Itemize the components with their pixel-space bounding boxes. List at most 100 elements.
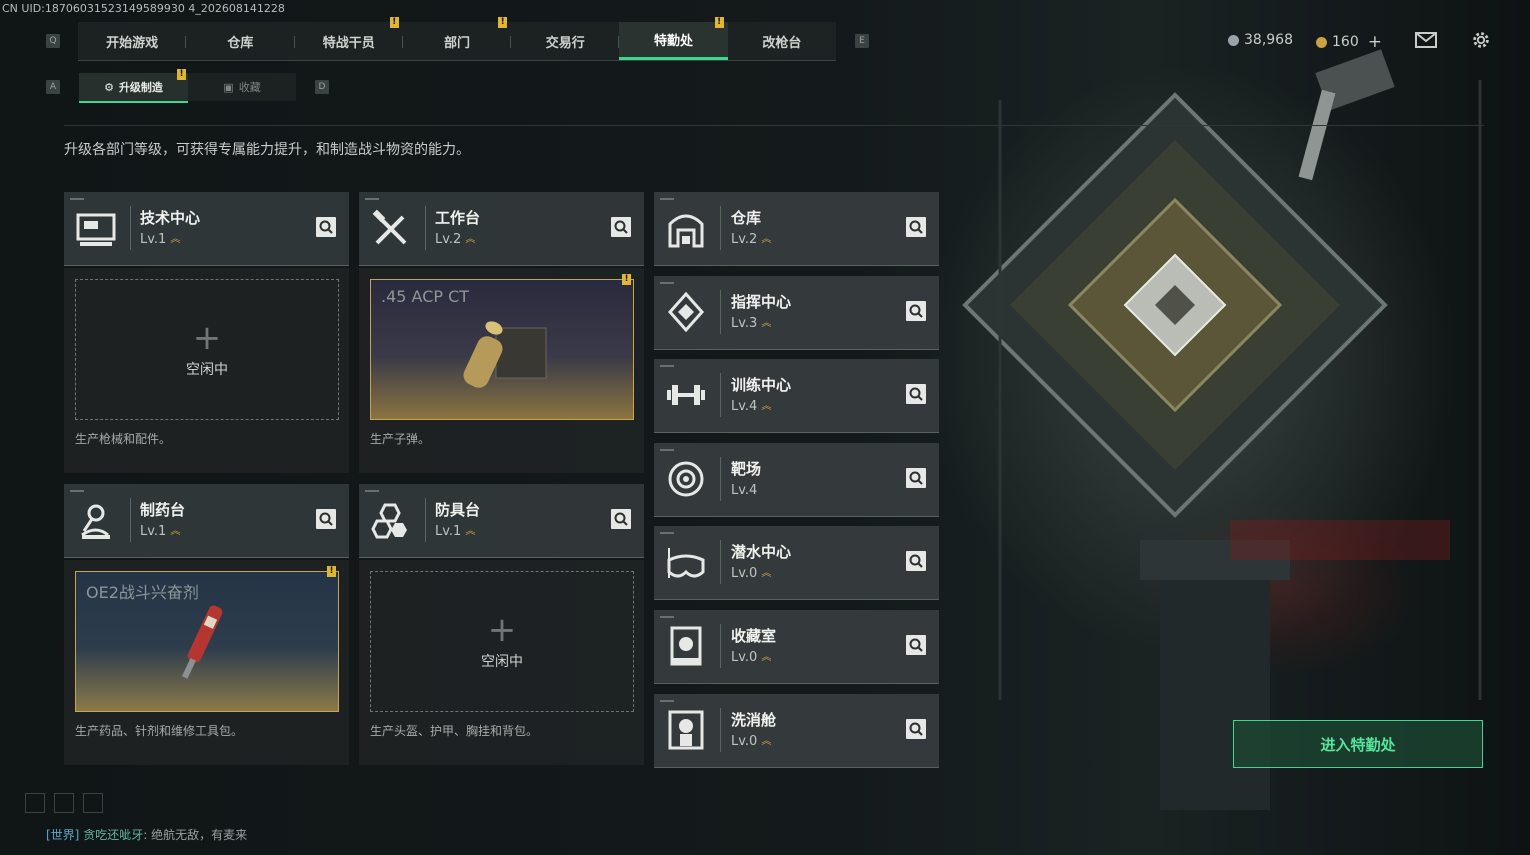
upgrade-chevron-icon: ︽ xyxy=(761,567,772,579)
collection-tab-icon: ▣ xyxy=(223,80,234,94)
facility-name: 制药台 xyxy=(140,501,186,519)
card-corner xyxy=(660,365,674,367)
search-icon[interactable] xyxy=(611,217,631,237)
department-card[interactable]: 仓库 Lv.2 ︽ xyxy=(654,192,939,266)
chat-line[interactable]: [世界] 贪吃还呲牙: 绝航无敌，有麦来 xyxy=(46,826,247,843)
tab-label: 特战干员 xyxy=(322,35,375,51)
subtab-upgrade-craft[interactable]: ⚙ 升级制造 xyxy=(79,73,188,103)
armor-icon xyxy=(371,503,407,539)
card-corner xyxy=(660,282,674,284)
upgrade-chevron-icon: ︽ xyxy=(761,735,772,747)
production-panel-armor-bench: + 空闲中 生产头盔、护甲、胸挂和背包。 xyxy=(359,560,644,765)
nav-prev-key[interactable]: Q xyxy=(46,34,60,48)
facility-card-tech-center[interactable]: 技术中心 Lv.1 ︽ xyxy=(64,192,349,266)
tab-label: 仓库 xyxy=(227,35,254,51)
search-icon[interactable] xyxy=(316,509,336,529)
department-card[interactable]: 收藏室 Lv.0 ︽ xyxy=(654,610,939,684)
search-icon[interactable] xyxy=(611,509,631,529)
subtab-alert-badge: ! xyxy=(177,69,186,80)
search-icon[interactable] xyxy=(906,217,926,237)
divider xyxy=(64,125,1484,126)
tab-label: 改枪台 xyxy=(762,35,802,51)
chat-toggle-icon[interactable] xyxy=(83,793,103,813)
settings-gear-icon[interactable] xyxy=(1469,29,1493,51)
user-id-label: CN UID:18706031523149589930 4_2026081412… xyxy=(2,2,285,15)
subnav-next-key[interactable]: D xyxy=(315,80,329,94)
tab-2[interactable]: 特战干员! xyxy=(295,17,403,60)
diving-mask-icon xyxy=(667,548,705,578)
ammo-box-icon xyxy=(463,321,547,388)
upgrade-chevron-icon: ︽ xyxy=(761,317,772,329)
department-level: Lv.4 ︽ xyxy=(731,399,772,414)
collection-icon xyxy=(670,626,702,666)
subnav-prev-key[interactable]: A xyxy=(46,80,60,94)
tab-1[interactable]: 仓库 xyxy=(186,22,295,60)
silver-amount: 38,968 xyxy=(1244,32,1293,48)
target-icon xyxy=(668,461,704,497)
search-icon[interactable] xyxy=(906,635,926,655)
tab-3[interactable]: 部门! xyxy=(403,17,512,60)
facility-card-pharmacy[interactable]: 制药台 Lv.1 ︽ xyxy=(64,484,349,558)
search-icon[interactable] xyxy=(906,301,926,321)
gold-coin-icon xyxy=(1316,36,1327,48)
tab-label: 特勤处 xyxy=(654,34,694,49)
page-description: 升级各部门等级，可获得专属能力提升，和制造战斗物资的能力。 xyxy=(64,142,470,158)
production-panel-workbench: .45 ACP CT ! 生产子弹。 xyxy=(359,268,644,473)
search-icon[interactable] xyxy=(906,719,926,739)
decontamination-icon xyxy=(668,710,704,750)
card-corner xyxy=(660,449,674,451)
enter-special-ops-button[interactable]: 进入特勤处 xyxy=(1233,720,1483,768)
silver-currency: 38,968 xyxy=(1228,32,1293,48)
department-card[interactable]: 指挥中心 Lv.3 ︽ xyxy=(654,276,939,350)
production-slot-empty[interactable]: + 空闲中 xyxy=(370,571,634,712)
slot-idle-label: 空闲中 xyxy=(481,653,523,670)
tab-6[interactable]: 改枪台 xyxy=(728,22,836,60)
facility-name: 防具台 xyxy=(435,501,481,519)
production-slot-empty[interactable]: + 空闲中 xyxy=(75,279,339,420)
facility-card-armor-bench[interactable]: 防具台 Lv.1 ︽ xyxy=(359,484,644,558)
department-card[interactable]: 靶场 Lv.4 xyxy=(654,443,939,517)
add-gold-button[interactable]: + xyxy=(1368,32,1382,52)
card-corner xyxy=(365,198,379,200)
department-name: 靶场 xyxy=(731,460,762,478)
chat-channel: [世界] xyxy=(46,828,80,842)
production-description: 生产药品、针剂和维修工具包。 xyxy=(75,724,244,738)
slot-alert-badge: ! xyxy=(622,274,631,285)
nav-next-key[interactable]: E xyxy=(855,34,869,48)
gold-amount: 160 xyxy=(1332,34,1359,50)
tab-5[interactable]: 特勤处! xyxy=(619,17,728,60)
tab-label: 开始游戏 xyxy=(106,35,159,51)
department-card[interactable]: 洗消舱 Lv.0 ︽ xyxy=(654,694,939,768)
search-icon[interactable] xyxy=(906,551,926,571)
tab-0[interactable]: 开始游戏 xyxy=(78,22,187,60)
tab-label: 部门 xyxy=(443,35,470,51)
department-card[interactable]: 潜水中心 Lv.0 ︽ xyxy=(654,526,939,600)
silver-coin-icon xyxy=(1228,34,1239,46)
department-card[interactable]: 训练中心 Lv.4 ︽ xyxy=(654,359,939,433)
computer-icon xyxy=(76,213,116,246)
upgrade-chevron-icon: ︽ xyxy=(465,525,476,537)
facility-name: 技术中心 xyxy=(140,209,201,227)
department-level: Lv.0 ︽ xyxy=(731,734,772,749)
search-icon[interactable] xyxy=(906,468,926,488)
production-slot-item[interactable]: OE2战斗兴奋剂 xyxy=(75,571,339,712)
card-separator xyxy=(720,373,721,417)
facility-level: Lv.1 ︽ xyxy=(435,524,476,539)
mail-icon[interactable] xyxy=(1414,29,1438,51)
command-icon xyxy=(667,291,705,333)
chat-toggle-icon[interactable] xyxy=(54,793,74,813)
department-name: 洗消舱 xyxy=(731,711,777,729)
production-panel-pharmacy: OE2战斗兴奋剂 ! 生产药品、针剂和维修工具包。 xyxy=(64,560,349,765)
search-icon[interactable] xyxy=(906,384,926,404)
production-slot-item[interactable]: .45 ACP CT xyxy=(370,279,634,420)
upgrade-chevron-icon: ︽ xyxy=(761,651,772,663)
facility-card-workbench[interactable]: 工作台 Lv.2 ︽ xyxy=(359,192,644,266)
tab-4[interactable]: 交易行 xyxy=(511,22,620,60)
department-name: 指挥中心 xyxy=(731,293,792,311)
production-description: 生产枪械和配件。 xyxy=(75,432,172,446)
item-name: .45 ACP CT xyxy=(381,287,470,306)
search-icon[interactable] xyxy=(316,217,336,237)
subtab-collection[interactable]: ▣ 收藏 xyxy=(188,73,296,101)
facility-name: 工作台 xyxy=(435,209,481,227)
chat-toggle-icon[interactable] xyxy=(25,793,45,813)
